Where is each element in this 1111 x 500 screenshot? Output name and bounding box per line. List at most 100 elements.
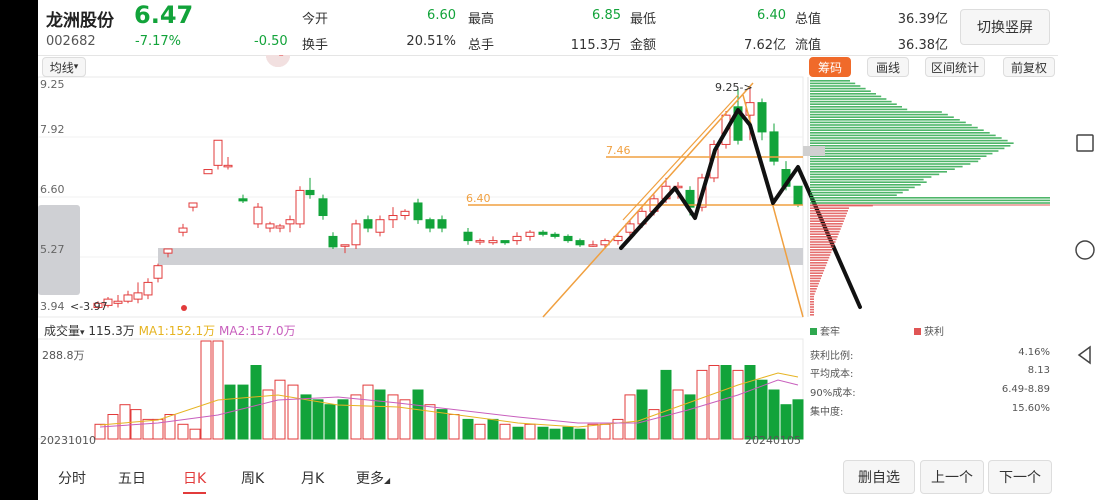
- chip-bar: [810, 176, 932, 178]
- high-annotation: 9.25->: [715, 81, 753, 94]
- chip-bar: [810, 163, 971, 165]
- chip-bar: [810, 132, 990, 134]
- candle-body: [253, 206, 263, 225]
- candle-body: [363, 219, 373, 229]
- candle-body: [340, 244, 350, 247]
- price-tick-label: 9.25: [40, 78, 65, 91]
- chip-bar: [810, 272, 824, 274]
- chip-bar: [810, 113, 948, 116]
- candle-body: [238, 198, 248, 202]
- candle-body: [178, 227, 188, 233]
- value-float-value: 36.38亿: [897, 38, 948, 53]
- home-icon[interactable]: [1058, 230, 1111, 270]
- chip-bar: [810, 262, 828, 264]
- chevron-down-icon: ▾: [73, 62, 79, 72]
- recents-icon[interactable]: [1058, 123, 1111, 163]
- chip-bar: [810, 314, 814, 316]
- stock-price: 6.47: [134, 1, 194, 29]
- chip-bar: [810, 249, 833, 251]
- candle-body: [123, 294, 133, 302]
- trend-line: [542, 82, 754, 318]
- value-high: 6.85: [592, 8, 621, 23]
- volume-bar: [350, 394, 362, 440]
- tab-monthly-k[interactable]: 月K: [301, 468, 324, 488]
- chip-bar: [810, 215, 846, 217]
- price-tick-label: 5.27: [40, 243, 65, 256]
- previous-button[interactable]: 上一个: [920, 460, 984, 494]
- corner-arrow-icon: ◢: [384, 476, 391, 485]
- chip-bar: [810, 139, 1008, 142]
- volume-bar: [732, 369, 744, 440]
- volume-bar: [462, 418, 474, 440]
- chip-bar: [810, 233, 839, 235]
- chip-bar: [810, 223, 843, 225]
- chip-bar: [810, 238, 837, 241]
- system-navbar: [1058, 0, 1111, 500]
- indicator-selector[interactable]: 均线 ▾: [42, 57, 86, 77]
- remove-favorite-button[interactable]: 删自选: [843, 460, 915, 494]
- candle-body: [538, 231, 548, 235]
- tab-intraday[interactable]: 分时: [58, 468, 86, 488]
- chip-bar: [810, 181, 927, 183]
- chip-bar: [810, 246, 834, 248]
- chip-bar: [810, 168, 955, 170]
- chip-bar: [810, 155, 987, 157]
- volume-bar: [512, 426, 524, 440]
- stock-app: 龙洲股份 6.47 002682 -7.17% -0.50 今开 6.60 最高…: [38, 0, 1058, 500]
- chip-bar: [810, 189, 909, 191]
- tab-range-stats[interactable]: 区间统计: [925, 57, 985, 77]
- value-amount: 7.62亿: [744, 38, 786, 53]
- tab-daily-k[interactable]: 日K: [183, 468, 207, 494]
- chip-bar: [810, 293, 815, 295]
- volume-bar: [436, 409, 448, 440]
- stat-value-profit-ratio: 4.16%: [1018, 347, 1050, 358]
- volume-bar: [324, 404, 336, 440]
- chip-bar: [810, 108, 908, 111]
- candle-body: [163, 248, 173, 254]
- chip-bar: [810, 147, 1005, 150]
- tab-weekly-k[interactable]: 周K: [241, 468, 264, 488]
- chip-bar: [810, 217, 845, 220]
- chip-bar: [810, 126, 978, 129]
- candle-body: [305, 189, 315, 196]
- tab-more[interactable]: 更多◢: [356, 468, 390, 488]
- volume-header[interactable]: 成交量▾ 115.3万 MA1:152.1万 MA2:157.0万: [44, 322, 296, 339]
- back-icon[interactable]: [1058, 335, 1111, 375]
- next-button[interactable]: 下一个: [988, 460, 1052, 494]
- volume-bar: [562, 426, 574, 440]
- chip-bar: [810, 85, 861, 87]
- label-float-value: 流值: [795, 38, 822, 53]
- chip-bar: [810, 243, 835, 246]
- chip-bar: [810, 267, 826, 269]
- chip-bar: [810, 298, 814, 300]
- chip-bar: [810, 308, 814, 311]
- stat-label-concentration: 集中度:: [810, 407, 844, 418]
- chip-bar: [810, 301, 814, 303]
- tab-draw[interactable]: 画线: [867, 57, 909, 77]
- chip-bar: [810, 288, 817, 290]
- switch-portrait-button[interactable]: 切换竖屏: [960, 9, 1050, 45]
- volume-bar: [164, 414, 176, 440]
- chip-bar: [810, 207, 850, 209]
- chip-bar: [810, 285, 818, 287]
- volume-bar: [636, 389, 648, 440]
- candle-body: [265, 223, 275, 229]
- chip-bar: [810, 93, 876, 95]
- chip-bar: [810, 210, 848, 212]
- volume-bar: [189, 428, 201, 440]
- volume-bar: [262, 389, 274, 440]
- candle-body: [328, 235, 338, 248]
- chip-bar: [810, 228, 841, 230]
- tab-forward-adjust[interactable]: 前复权: [1003, 57, 1055, 77]
- value-volume: 115.3万: [570, 38, 621, 53]
- tab-five-day[interactable]: 五日: [118, 468, 146, 488]
- chip-bar: [810, 119, 960, 121]
- chip-bar: [810, 225, 842, 228]
- date-start-label: 20231010: [40, 434, 96, 447]
- tab-chips[interactable]: 筹码: [809, 57, 851, 77]
- candle-body: [575, 240, 585, 246]
- candle-body: [525, 231, 535, 237]
- volume-bar: [362, 384, 374, 440]
- value-total-value: 36.39亿: [897, 12, 948, 27]
- kline-chart[interactable]: +‹›⤡9.257.926.605.273.94<-3.979.25->7.46…: [38, 55, 1058, 460]
